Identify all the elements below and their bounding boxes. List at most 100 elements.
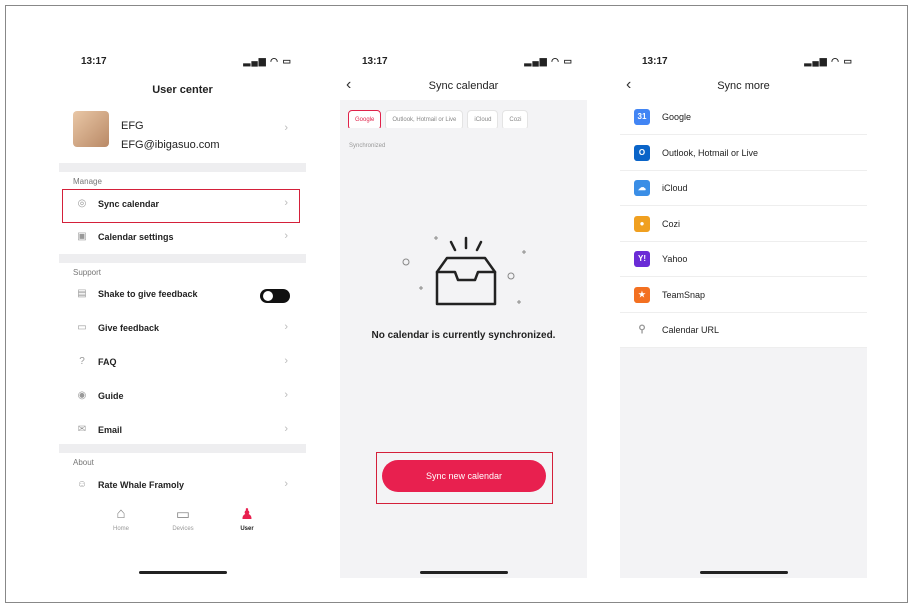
outlook-icon: O [634,144,650,161]
calendar-sync-icon: ◎ [77,198,87,209]
menu-item[interactable]: ◎ Sync calendar › [59,190,306,220]
menu-item-label: Rate Whale Framoly [98,480,185,490]
guide-icon: ◉ [77,390,87,401]
tab-devices[interactable]: ▭ Devices [163,505,203,532]
tab-label: Home [112,526,129,532]
provider-item[interactable]: ★ TeamSnap [620,278,867,313]
cozi-icon: ● [634,215,650,232]
menu-item-label: FAQ [98,357,117,367]
link-icon: ⚲ [634,322,650,338]
profile-email: EFG@ibigasuo.com [121,139,220,151]
user-center-screen: 13:17 ▂▄▆ ◠ ▭ User center EFG EFG@ibigas… [59,42,306,578]
status-time: 13:17 [81,56,107,67]
menu-item[interactable]: ▣ Calendar settings › [59,223,306,253]
empty-state-text: No calendar is currently synchronized. [371,330,556,341]
provider-label: iCloud [662,183,688,193]
chevron-right-icon: › [284,230,288,242]
divider [59,163,306,172]
chevron-right-icon: › [284,197,288,209]
chevron-right-icon: › [284,355,288,367]
profile-name: EFG [121,120,144,132]
feedback-icon: ▭ [77,322,87,333]
menu-item[interactable]: ? FAQ › [59,348,306,378]
status-bar: 13:17 ▂▄▆ ◠ ▭ [59,42,306,72]
status-icons: ▂▄▆ ◠ ▭ [524,56,573,66]
page-title: User center [152,84,213,96]
sync-calendar-screen: 13:17 ▂▄▆ ◠ ▭ ‹ Sync calendar Google Outl… [340,42,587,578]
menu-item-label: Give feedback [98,323,160,333]
chevron-right-icon: › [284,423,288,435]
devices-icon: ▭ [175,506,191,523]
menu-item-label: Email [98,425,123,435]
menu-item[interactable]: ◉ Guide › [59,382,306,412]
section-label-about: About [73,458,94,467]
provider-item[interactable]: O Outlook, Hotmail or Live [620,136,867,171]
status-bar: 13:17 ▂▄▆ ◠ ▭ [340,42,587,72]
synchronized-label: Synchronized [349,143,386,149]
icloud-icon: ☁ [634,180,650,196]
chevron-right-icon: › [284,321,288,333]
status-time: 13:17 [362,56,388,67]
provider-item[interactable]: ⚲ Calendar URL [620,313,867,348]
chip-cozi[interactable]: Cozi [502,110,529,128]
chevron-right-icon: › [284,122,288,134]
profile-row[interactable]: EFG EFG@ibigasuo.com › [59,106,306,160]
avatar [73,111,109,147]
section-label-manage: Manage [73,177,102,186]
yahoo-icon: Y! [634,251,650,267]
provider-label: Calendar URL [662,325,720,335]
menu-item[interactable]: ✉ Email › [59,416,306,446]
status-time: 13:17 [642,56,668,67]
empty-box-icon [402,236,526,306]
screenshot-frame: 13:17 ▂▄▆ ◠ ▭ User center EFG EFG@ibigas… [5,5,908,603]
menu-item-label: Calendar settings [98,232,174,242]
home-indicator [700,571,788,574]
faq-icon: ? [79,356,85,367]
provider-list: 31 Google O Outlook, Hotmail or Live ☁ iCloud… [620,100,867,348]
provider-item[interactable]: ☁ iCloud [620,171,867,206]
tab-label: User [240,526,254,532]
rate-icon: ☺ [76,479,88,490]
chip-outlook[interactable]: Outlook, Hotmail or Live [385,110,464,128]
menu-item[interactable]: ☺ Rate Whale Framoly › [59,471,306,501]
menu-item[interactable]: ▤ Shake to give feedback [59,280,306,310]
shake-icon: ▤ [77,288,87,299]
calendar-icon: ▣ [77,231,87,242]
teamsnap-icon: ★ [634,286,650,303]
status-icons: ▂▄▆ ◠ ▭ [804,56,853,66]
sync-more-screen: 13:17 ▂▄▆ ◠ ▭ ‹ Sync more 31 Google O Outlo… [620,42,867,578]
sync-new-calendar-button[interactable]: Sync new calendar [382,460,546,492]
tab-user[interactable]: ♟ User [227,505,267,532]
tab-bar: ⌂ Home ▭ Devices ♟ User [59,505,306,547]
provider-label: Yahoo [662,254,688,264]
tab-home[interactable]: ⌂ Home [101,505,141,532]
provider-item[interactable]: ● Cozi [620,207,867,242]
calendar-filter-chips: Google Outlook, Hotmail or Live iCloud Cozi [348,108,587,128]
tab-label: Devices [172,526,194,532]
provider-label: Outlook, Hotmail or Live [662,147,759,158]
divider [59,254,306,263]
chevron-right-icon: › [284,389,288,401]
feedback-toggle[interactable] [260,289,290,303]
status-icons: ▂▄▆ ◠ ▭ [243,56,292,66]
home-icon: ⌂ [116,505,126,522]
page-title: Sync calendar [428,80,499,92]
user-icon: ♟ [240,506,254,523]
provider-label: TeamSnap [662,289,706,300]
menu-item-label: Sync calendar [98,199,160,209]
provider-label: Cozi [662,218,681,229]
menu-item-label: Guide [98,391,124,401]
section-label-support: Support [73,268,102,277]
menu-item-label: Shake to give feedback [98,289,198,299]
home-indicator [420,571,508,574]
menu-item[interactable]: ▭ Give feedback › [59,314,306,344]
chevron-right-icon: › [284,478,288,490]
provider-item[interactable]: 31 Google [620,100,867,135]
chip-google[interactable]: Google [348,110,382,128]
chip-icloud[interactable]: iCloud [467,110,499,128]
status-bar: 13:17 ▂▄▆ ◠ ▭ [620,42,867,72]
provider-item[interactable]: Y! Yahoo [620,242,867,277]
page-title: Sync more [717,80,770,92]
email-icon: ✉ [77,424,87,435]
provider-label: Google [662,112,692,122]
